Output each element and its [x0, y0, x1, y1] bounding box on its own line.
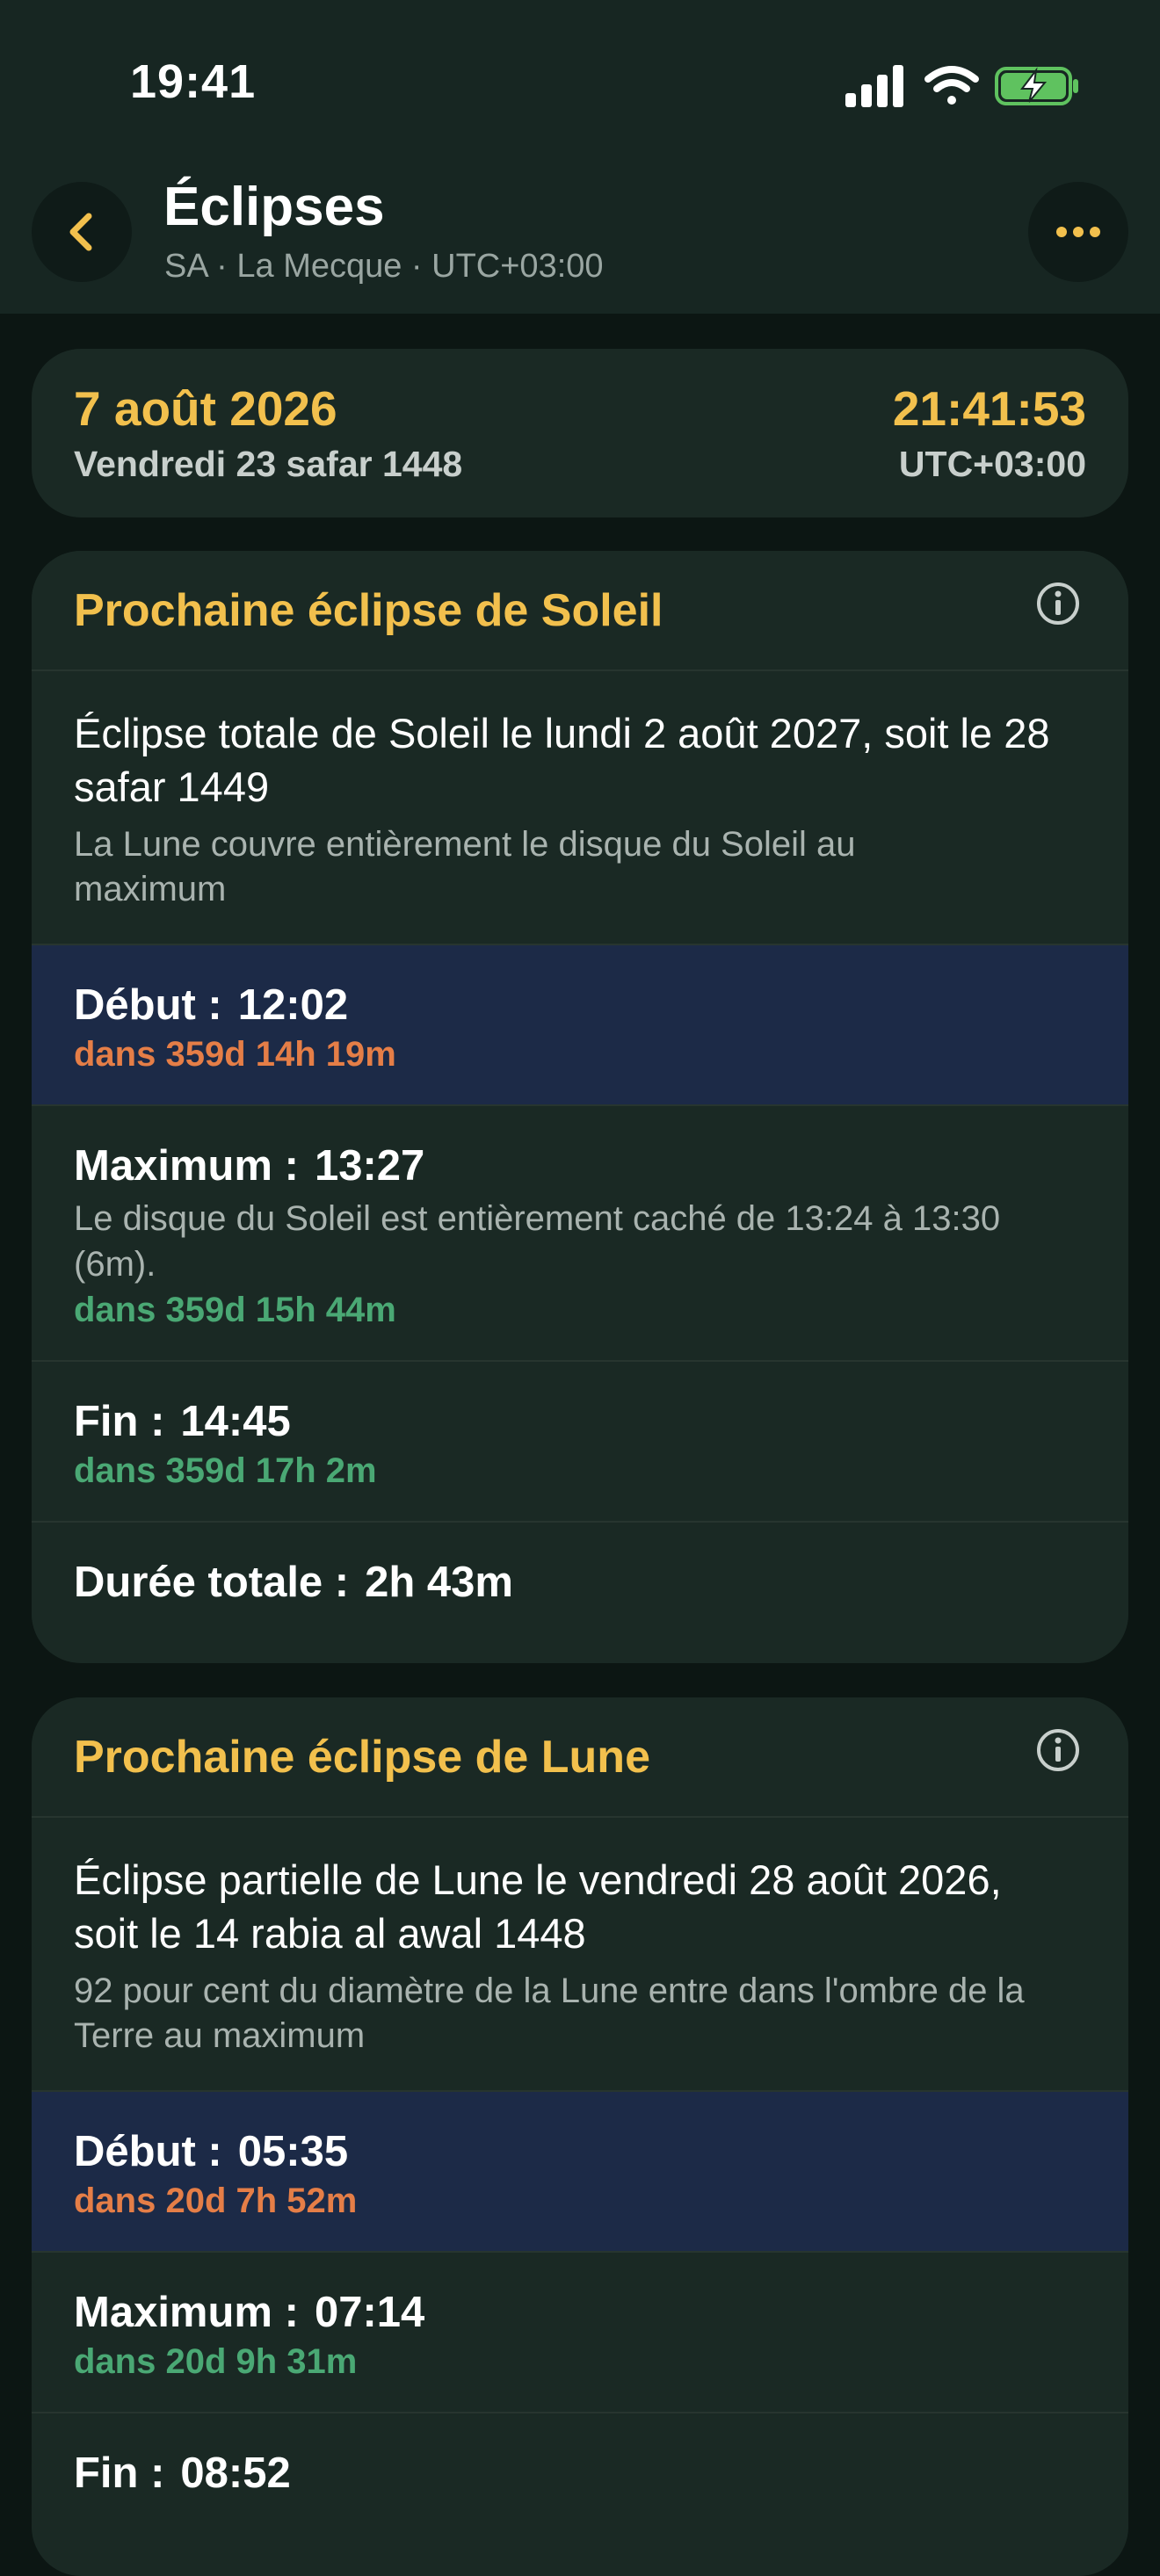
solar-begin-label: Début :	[74, 981, 222, 1029]
more-button[interactable]	[1028, 182, 1128, 282]
status-time: 19:41	[130, 55, 257, 108]
solar-eclipse-header: Prochaine éclipse de Soleil	[32, 551, 1128, 671]
current-hijri-date: Vendredi 23 safar 1448	[74, 444, 463, 484]
status-icons	[845, 65, 1078, 107]
solar-duration-label: Durée totale :	[74, 1559, 350, 1606]
solar-max-row: Maximum : 13:27 Le disque du Soleil est e…	[32, 1106, 1128, 1362]
lunar-max-countdown: dans 20d 9h 31m	[74, 2342, 358, 2381]
lunar-end-time: 08:52	[180, 2449, 291, 2497]
lunar-begin-row: Début : 05:35 dans 20d 7h 52m	[32, 2092, 1128, 2253]
lunar-max-label: Maximum :	[74, 2289, 299, 2336]
current-time: 21:41:53	[892, 381, 1086, 436]
solar-max-time: 13:27	[314, 1142, 425, 1190]
solar-eclipse-title: Prochaine éclipse de Soleil	[74, 585, 663, 636]
current-timezone: UTC+03:00	[898, 444, 1086, 484]
lunar-max-row: Maximum : 07:14 dans 20d 9h 31m	[32, 2253, 1128, 2413]
solar-duration-value: 2h 43m	[365, 1559, 513, 1606]
solar-eclipse-detail: La Lune couvre entièrement le disque du …	[74, 825, 856, 908]
solar-max-note: Le disque du Soleil est entièrement cach…	[74, 1199, 1001, 1284]
solar-end-countdown: dans 359d 17h 2m	[74, 1451, 377, 1490]
solar-eclipse-description: Éclipse totale de Soleil le lundi 2 août…	[32, 671, 1128, 945]
more-icon	[1056, 227, 1100, 237]
lunar-eclipse-detail: 92 pour cent du diamètre de la Lune entr…	[74, 1972, 1025, 2055]
solar-end-row: Fin : 14:45 dans 359d 17h 2m	[32, 1362, 1128, 1523]
solar-begin-countdown: dans 359d 14h 19m	[74, 1035, 396, 1074]
wifi-icon	[924, 66, 979, 105]
navigation-bar: 19:41 Éclipses SA · La Mecque · UTC+03:0…	[0, 0, 1160, 314]
solar-end-time: 14:45	[180, 1398, 291, 1445]
lunar-eclipse-description: Éclipse partielle de Lune le vendredi 28…	[32, 1818, 1128, 2092]
lunar-end-row: Fin : 08:52	[32, 2413, 1128, 2529]
info-icon[interactable]	[1035, 1727, 1081, 1773]
solar-max-countdown: dans 359d 15h 44m	[74, 1291, 396, 1329]
solar-begin-time: 12:02	[237, 981, 349, 1029]
solar-begin-row: Début : 12:02 dans 359d 14h 19m	[32, 945, 1128, 1106]
solar-duration-row: Durée totale : 2h 43m	[32, 1523, 1128, 1639]
solar-eclipse-card: Prochaine éclipse de Soleil Éclipse tota…	[32, 551, 1128, 1663]
lunar-eclipse-summary: Éclipse partielle de Lune le vendredi 28…	[74, 1856, 1002, 1957]
battery-charging-icon	[995, 67, 1078, 105]
back-chevron-icon	[69, 213, 92, 251]
lunar-eclipse-title: Prochaine éclipse de Lune	[74, 1732, 650, 1783]
page-subtitle: SA · La Mecque · UTC+03:00	[164, 248, 604, 285]
solar-end-label: Fin :	[74, 1398, 165, 1445]
current-date-card: 7 août 2026 Vendredi 23 safar 1448 21:41…	[32, 349, 1128, 517]
lunar-begin-time: 05:35	[237, 2128, 349, 2175]
current-date: 7 août 2026	[74, 381, 337, 436]
lunar-begin-label: Début :	[74, 2128, 222, 2175]
page-title: Éclipses	[163, 177, 385, 237]
lunar-eclipse-header: Prochaine éclipse de Lune	[32, 1697, 1128, 1818]
lunar-eclipse-card: Prochaine éclipse de Lune Éclipse partie…	[32, 1697, 1128, 2576]
info-icon[interactable]	[1035, 581, 1081, 626]
lunar-end-label: Fin :	[74, 2449, 165, 2497]
solar-max-label: Maximum :	[74, 1142, 299, 1190]
lunar-begin-countdown: dans 20d 7h 52m	[74, 2182, 358, 2220]
lunar-max-time: 07:14	[314, 2289, 425, 2336]
signal-icon	[845, 65, 903, 107]
solar-eclipse-summary: Éclipse totale de Soleil le lundi 2 août…	[74, 710, 1050, 810]
back-button[interactable]	[32, 182, 132, 282]
